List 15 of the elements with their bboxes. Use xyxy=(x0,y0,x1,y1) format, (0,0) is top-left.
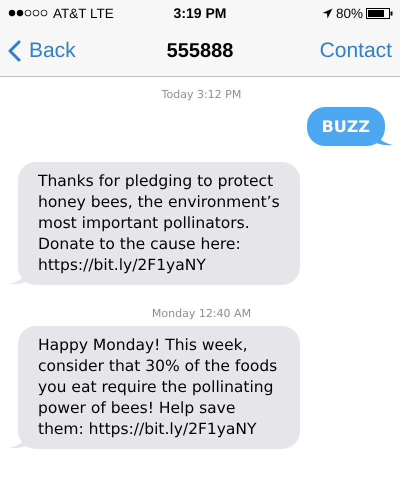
signal-strength-icon xyxy=(8,9,49,17)
battery-percent: 80% xyxy=(336,6,363,20)
conversation-title: 555888 xyxy=(166,40,234,62)
message-bubble: Thanks for pledging to protect honey bees, the environment’s most important pollinators. Donate to the cause here: https://bit.ly/2F1yaNY xyxy=(18,162,300,285)
chevron-left-icon xyxy=(8,40,21,62)
back-button[interactable]: Back xyxy=(8,39,76,63)
message-timestamp: Monday 12:40 AM xyxy=(152,307,252,320)
clock-time: 3:19 PM xyxy=(174,5,226,21)
carrier-label: AT&T LTE xyxy=(53,6,114,20)
contact-button[interactable]: Contact xyxy=(320,39,392,63)
battery-icon xyxy=(366,8,393,18)
message-timestamp: Today 3:12 PM xyxy=(162,88,242,101)
message-bubble: BUZZ xyxy=(306,107,385,146)
message-bubble: Happy Monday! This week, consider that 30% of the foods you eat require the pollinating power of bees! Help save them: https://bit.ly/2F1yaNY xyxy=(18,326,300,449)
location-arrow-icon xyxy=(322,8,333,18)
